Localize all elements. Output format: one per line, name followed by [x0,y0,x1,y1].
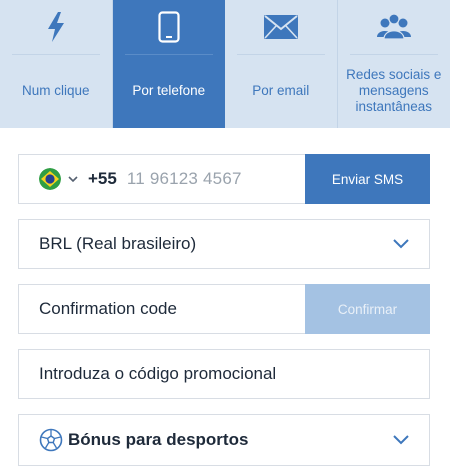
promo-code-input[interactable]: Introduza o código promocional [39,364,429,384]
chevron-down-icon [391,430,411,450]
promo-code-field[interactable]: Introduza o código promocional [18,349,430,399]
currency-selected-value: BRL (Real brasileiro) [39,234,391,254]
tab-divider [350,54,439,55]
bonus-selected-value: Bónus para desportos [68,430,391,450]
confirm-button[interactable]: Confirmar [305,284,430,334]
phone-icon [113,10,226,44]
registration-method-tabs: Num clique Por telefone Por email Redes … [0,0,450,128]
tab-divider [237,54,325,55]
envelope-icon [225,10,337,44]
tab-label: Redes sociais e mensagens instantâneas [342,60,447,122]
confirmation-code-input[interactable]: Confirmation code [39,299,305,319]
brazil-flag-icon[interactable] [39,168,61,190]
tab-phone[interactable]: Por telefone [113,0,226,128]
tab-label: Por email [229,60,333,122]
tab-one-click[interactable]: Num clique [0,0,113,128]
tab-email[interactable]: Por email [225,0,338,128]
bonus-select[interactable]: Bónus para desportos [18,414,430,466]
tab-label: Num clique [4,60,108,122]
people-icon [338,10,450,44]
tab-divider [12,54,100,55]
tab-social[interactable]: Redes sociais e mensagens instantâneas [338,0,450,128]
tab-divider [125,54,214,55]
soccer-ball-icon [39,428,63,452]
chevron-down-icon [391,234,411,254]
tab-label: Por telefone [117,60,222,122]
currency-select[interactable]: BRL (Real brasileiro) [18,219,430,269]
lightning-icon [0,10,112,44]
chevron-down-icon[interactable] [68,176,78,183]
phone-input[interactable]: 11 96123 4567 [127,169,305,189]
confirmation-code-row: Confirmation code Confirmar [18,284,430,334]
country-code[interactable]: +55 [88,169,117,189]
phone-number-row: +55 11 96123 4567 Enviar SMS [18,154,430,204]
send-sms-button[interactable]: Enviar SMS [305,154,430,204]
